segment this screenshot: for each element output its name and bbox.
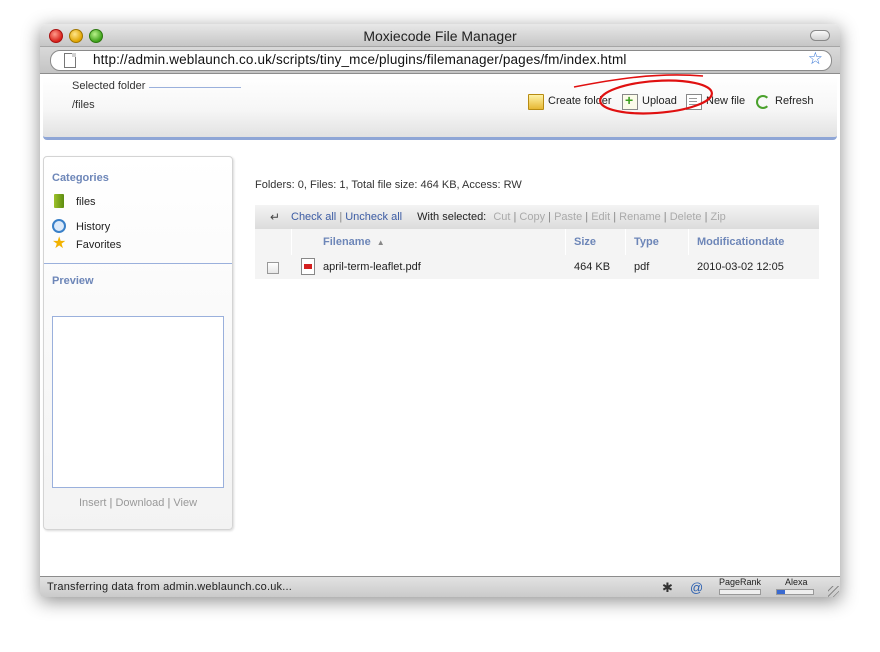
selection-actions-bar: ↵ Check all | Uncheck all With selected:… bbox=[255, 205, 819, 229]
create-folder-label: Create folder bbox=[548, 95, 612, 107]
sort-ascending-icon: ▲ bbox=[376, 238, 385, 247]
filename-column-header[interactable]: Filename ▲ bbox=[323, 236, 385, 248]
modification-date-column-header[interactable]: Modificationdate bbox=[697, 236, 784, 248]
star-icon: ★ bbox=[52, 235, 67, 252]
preview-area bbox=[52, 316, 224, 488]
download-link[interactable]: Download bbox=[115, 497, 164, 509]
folder-green-icon bbox=[54, 194, 64, 208]
header-panel: Selected folder /files Create folder Upl… bbox=[43, 77, 837, 140]
selected-folder-value: /files bbox=[72, 99, 95, 111]
clock-icon bbox=[52, 219, 66, 233]
folder-info: Folders: 0, Files: 1, Total file size: 4… bbox=[255, 179, 522, 191]
check-all-link[interactable]: Check all bbox=[291, 211, 336, 223]
alexa-label: Alexa bbox=[785, 577, 808, 587]
refresh-icon bbox=[756, 95, 770, 109]
address-bar: http://admin.weblaunch.co.uk/scripts/tin… bbox=[40, 47, 840, 74]
delete-action[interactable]: Delete bbox=[670, 211, 702, 223]
page-icon bbox=[64, 53, 76, 68]
row-checkbox[interactable] bbox=[267, 262, 279, 274]
new-file-icon bbox=[686, 94, 702, 110]
corner-arrow-icon: ↵ bbox=[270, 210, 281, 224]
file-name[interactable]: april-term-leaflet.pdf bbox=[323, 261, 421, 273]
pdf-file-icon bbox=[301, 258, 315, 275]
with-selected-label: With selected: bbox=[417, 211, 487, 223]
preview-actions: Insert | Download | View bbox=[78, 497, 198, 509]
table-row[interactable]: april-term-leaflet.pdf 464 KB pdf 2010-0… bbox=[255, 255, 819, 279]
category-label: files bbox=[76, 196, 96, 208]
file-modified: 2010-03-02 12:05 bbox=[697, 261, 784, 273]
page-content: Selected folder /files Create folder Upl… bbox=[40, 74, 840, 574]
paste-action[interactable]: Paste bbox=[554, 211, 582, 223]
refresh-label: Refresh bbox=[775, 95, 814, 107]
file-table-header: Filename ▲ Size Type Modificationdate bbox=[255, 229, 819, 255]
upload-label: Upload bbox=[642, 95, 677, 107]
bookmark-star-icon[interactable]: ☆ bbox=[808, 49, 823, 69]
zip-action[interactable]: Zip bbox=[711, 211, 726, 223]
pagerank-label: PageRank bbox=[719, 577, 762, 587]
bug-icon[interactable]: ✱ bbox=[662, 580, 673, 596]
at-sign-icon[interactable]: @ bbox=[690, 580, 703, 595]
divider bbox=[149, 87, 241, 88]
categories-title: Categories bbox=[52, 172, 109, 184]
upload-icon bbox=[622, 92, 638, 110]
file-type: pdf bbox=[634, 261, 650, 273]
status-bar: Transferring data from admin.weblaunch.c… bbox=[40, 576, 840, 597]
type-column-header[interactable]: Type bbox=[634, 236, 659, 248]
rename-action[interactable]: Rename bbox=[619, 211, 661, 223]
toolbar-toggle-button[interactable] bbox=[810, 30, 830, 41]
selected-folder-label: Selected folder bbox=[72, 80, 146, 92]
copy-action[interactable]: Copy bbox=[519, 211, 545, 223]
divider bbox=[44, 263, 232, 264]
url-text[interactable]: http://admin.weblaunch.co.uk/scripts/tin… bbox=[93, 52, 627, 67]
url-field[interactable]: http://admin.weblaunch.co.uk/scripts/tin… bbox=[50, 49, 832, 71]
file-size: 464 KB bbox=[574, 261, 611, 273]
uncheck-all-link[interactable]: Uncheck all bbox=[345, 211, 402, 223]
cut-action[interactable]: Cut bbox=[493, 211, 510, 223]
edit-action[interactable]: Edit bbox=[591, 211, 610, 223]
browser-window: Moxiecode File Manager http://admin.webl… bbox=[40, 24, 840, 597]
resize-grip[interactable] bbox=[828, 586, 839, 597]
title-bar: Moxiecode File Manager bbox=[40, 24, 840, 47]
status-text: Transferring data from admin.weblaunch.c… bbox=[47, 581, 292, 593]
pagerank-bar bbox=[719, 589, 761, 595]
view-link[interactable]: View bbox=[173, 497, 197, 509]
category-label: Favorites bbox=[76, 239, 122, 251]
window-title: Moxiecode File Manager bbox=[363, 28, 517, 44]
new-file-label: New file bbox=[706, 95, 746, 107]
sidebar: Categories files History ★ Favorites Pre… bbox=[43, 156, 233, 530]
folder-icon bbox=[528, 94, 544, 110]
alexa-bar bbox=[776, 589, 814, 595]
insert-link[interactable]: Insert bbox=[79, 497, 107, 509]
size-column-header[interactable]: Size bbox=[574, 236, 596, 248]
category-label: History bbox=[76, 221, 111, 233]
preview-title: Preview bbox=[52, 275, 94, 287]
